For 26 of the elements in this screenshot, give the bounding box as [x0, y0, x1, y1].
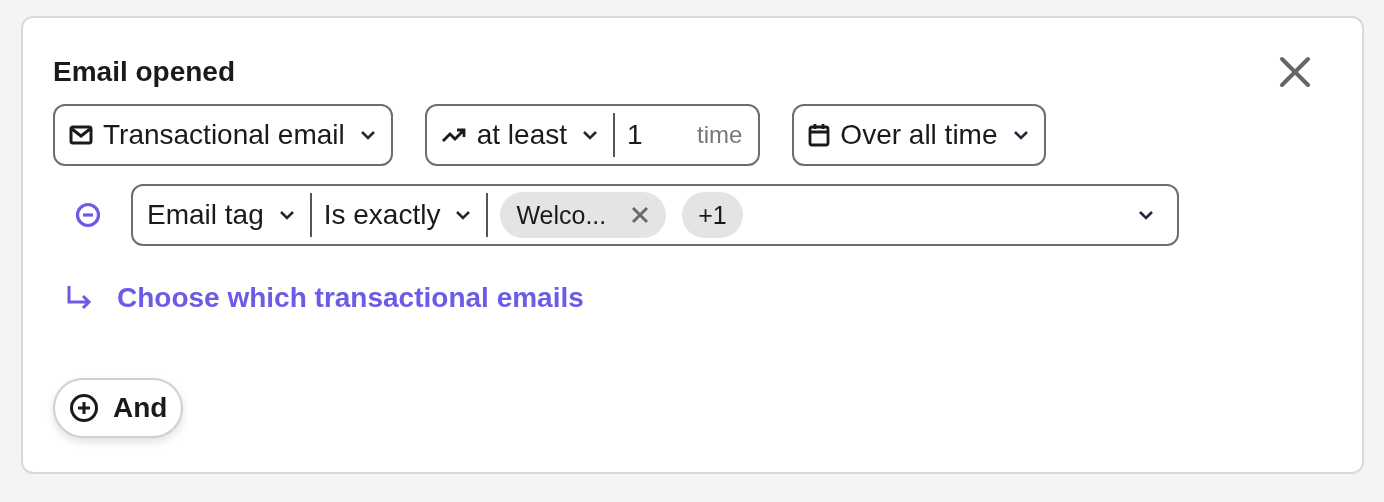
chevron-icon	[358, 129, 377, 141]
calendar-icon	[808, 123, 831, 147]
email-type-dropdown[interactable]: Transactional email	[53, 104, 393, 166]
chevron-icon	[454, 209, 473, 221]
chevron-icon[interactable]	[1137, 209, 1155, 221]
close-button[interactable]	[1278, 55, 1312, 89]
operator-dropdown[interactable]: at least	[440, 119, 613, 151]
chevron-icon	[277, 209, 296, 221]
remove-tag-icon[interactable]	[630, 205, 651, 225]
more-tags-badge: +1	[682, 192, 743, 238]
operator-dropdown[interactable]: Is exactly	[323, 199, 487, 231]
remove-filter-button[interactable]	[75, 202, 101, 228]
period-dropdown[interactable]: Over all time	[792, 104, 1046, 166]
choose-emails-link[interactable]: Choose which transactional emails	[117, 282, 584, 314]
condition-title: Email opened	[53, 56, 236, 88]
trend-up-icon	[440, 126, 467, 144]
chevron-icon	[1011, 129, 1030, 141]
unit-label: time	[697, 121, 743, 149]
close-icon	[1278, 55, 1312, 89]
and-button[interactable]: And	[53, 378, 184, 438]
plus-circle-icon	[69, 393, 99, 423]
property-dropdown[interactable]: Email tag	[147, 199, 310, 231]
tag-label: Welco...	[516, 200, 607, 230]
chevron-icon	[581, 129, 599, 141]
minus-circle-icon	[75, 202, 101, 228]
envelope-icon	[69, 125, 93, 145]
